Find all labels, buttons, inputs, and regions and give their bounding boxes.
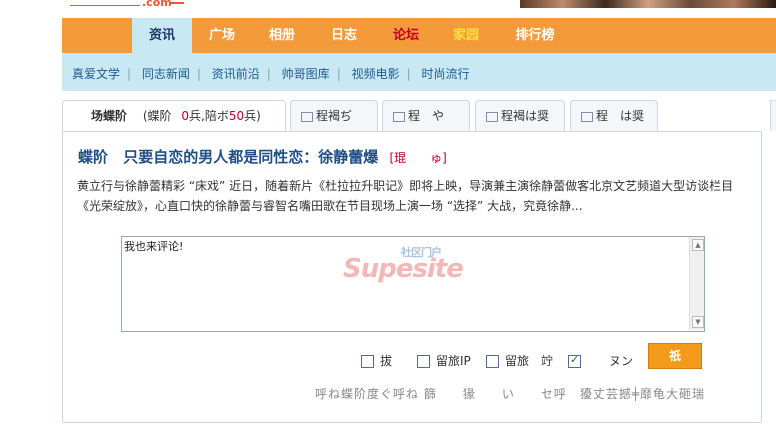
article-tag: [琨 ゅ] xyxy=(389,151,447,165)
logo-underline xyxy=(70,5,140,6)
subnav-separator: | xyxy=(127,67,132,81)
article-title-text: 只要自恋的男人都是同性恋：徐静蕾爆 xyxy=(123,148,379,166)
subnav-separator: | xyxy=(406,67,411,81)
nav-item-home[interactable]: 家园 xyxy=(438,18,494,53)
tab-icon xyxy=(581,111,593,122)
tab-2-label: 程褐ぢ xyxy=(316,109,353,123)
nav-item-square[interactable]: 广场 xyxy=(194,18,250,53)
sub-nav: 真爱文学 | 同志新闻 | 资讯前沿 | 帅哥图库 | 视频电影 | 时尚流行 xyxy=(62,53,776,91)
tab-icon xyxy=(393,111,405,122)
subnav-separator: | xyxy=(336,67,341,81)
comment-default-text: 我也来评论! xyxy=(124,240,184,253)
article-summary: 黄立行与徐静蕾精彩 “床戏” 近日，随着新片《杜拉拉升职记》即将上映，导演兼主演… xyxy=(77,179,734,213)
nav-item-forum[interactable]: 论坛 xyxy=(378,18,434,53)
comment-panel: 蝶阶 只要自恋的男人都是同性恋：徐静蕾爆 [琨 ゅ] 黄立行与徐静蕾精彩 “床戏… xyxy=(62,131,762,423)
tab-5[interactable]: 程 は奨 xyxy=(570,100,658,131)
option-hide-ip[interactable]: 留旅IP xyxy=(417,352,471,369)
tab-3[interactable]: 程 や xyxy=(382,100,470,131)
subnav-item-frontier[interactable]: 资讯前沿 xyxy=(212,67,260,81)
subnav-item-video[interactable]: 视频电影 xyxy=(352,67,400,81)
tab-4-label: 程褐は奨 xyxy=(501,109,550,123)
scroll-down-arrow-icon[interactable]: ▼ xyxy=(692,316,704,328)
subnav-separator: | xyxy=(266,67,271,81)
option-3-checkbox[interactable] xyxy=(486,355,499,368)
tab-icon xyxy=(301,111,313,122)
watermark-sub: 社区门户 xyxy=(401,246,442,259)
supesite-watermark: 社区门户 Supesite xyxy=(343,246,464,284)
nav-item-blog[interactable]: 日志 xyxy=(316,18,372,53)
option-4-checkbox[interactable] xyxy=(568,353,581,368)
nav-item-album[interactable]: 相册 xyxy=(254,18,310,53)
tab-comments-extra: (蝶阶 xyxy=(142,109,172,123)
article-title-prefix: 蝶阶 xyxy=(78,148,109,166)
subnav-item-gallery[interactable]: 帅哥图库 xyxy=(282,67,330,81)
scroll-up-arrow-icon[interactable]: ▲ xyxy=(692,239,704,251)
textarea-scrollbar[interactable]: ▲ ▼ xyxy=(689,237,704,330)
option-1[interactable]: 拔 xyxy=(361,352,392,369)
option-4[interactable]: ヌン xyxy=(568,352,633,369)
option-3[interactable]: 留旅 竚 xyxy=(486,352,553,369)
subnav-item-literature[interactable]: 真爱文学 xyxy=(72,67,120,81)
option-4-label: ヌン xyxy=(609,354,634,368)
option-1-checkbox[interactable] xyxy=(361,355,374,368)
tab-comments-end: 兵) xyxy=(244,109,261,123)
banner-image[interactable] xyxy=(520,0,776,8)
tab-2[interactable]: 程褐ぢ xyxy=(290,100,378,131)
footer-note: 呼ね蝶阶度ぐ呼ね 篩 猭 い セ呼 獶丈芸撼╪靡龟大砸瑞 xyxy=(315,387,706,401)
tab-comments-mid: 兵,陪ボ xyxy=(189,109,229,123)
tab-icon xyxy=(486,111,498,122)
main-nav: 资讯 广场 相册 日志 论坛 家园 排行榜 xyxy=(62,18,776,53)
subnav-separator: | xyxy=(196,67,201,81)
tab-comments[interactable]: 场蝶阶 (蝶阶 0兵,陪ボ50兵) xyxy=(62,100,286,132)
tab-5-label: 程 は奨 xyxy=(596,109,645,123)
subnav-item-fashion[interactable]: 时尚流行 xyxy=(421,67,469,81)
nav-item-ranking[interactable]: 排行榜 xyxy=(502,18,568,53)
tab-comments-count1: 0 xyxy=(181,109,189,123)
article-title[interactable]: 蝶阶 只要自恋的男人都是同性恋：徐静蕾爆 [琨 ゅ] xyxy=(78,146,447,167)
tab-comments-count2: 50 xyxy=(228,109,245,123)
tab-comments-label: 场蝶阶 xyxy=(91,109,128,123)
logo-dash xyxy=(170,2,184,4)
nav-item-news[interactable]: 资讯 xyxy=(132,18,192,53)
option-1-label: 拔 xyxy=(380,354,393,368)
site-logo[interactable]: .com xyxy=(142,0,172,9)
tab-edge xyxy=(770,100,776,131)
option-3-label: 留旅 竚 xyxy=(505,354,554,368)
option-hide-ip-label: 留旅IP xyxy=(436,354,471,368)
submit-comment-button[interactable]: 祇 xyxy=(648,343,702,369)
tab-4[interactable]: 程褐は奨 xyxy=(475,100,565,131)
option-hide-ip-checkbox[interactable] xyxy=(417,355,430,368)
subnav-item-gay-news[interactable]: 同志新闻 xyxy=(142,67,190,81)
tab-3-label: 程 や xyxy=(408,109,445,123)
